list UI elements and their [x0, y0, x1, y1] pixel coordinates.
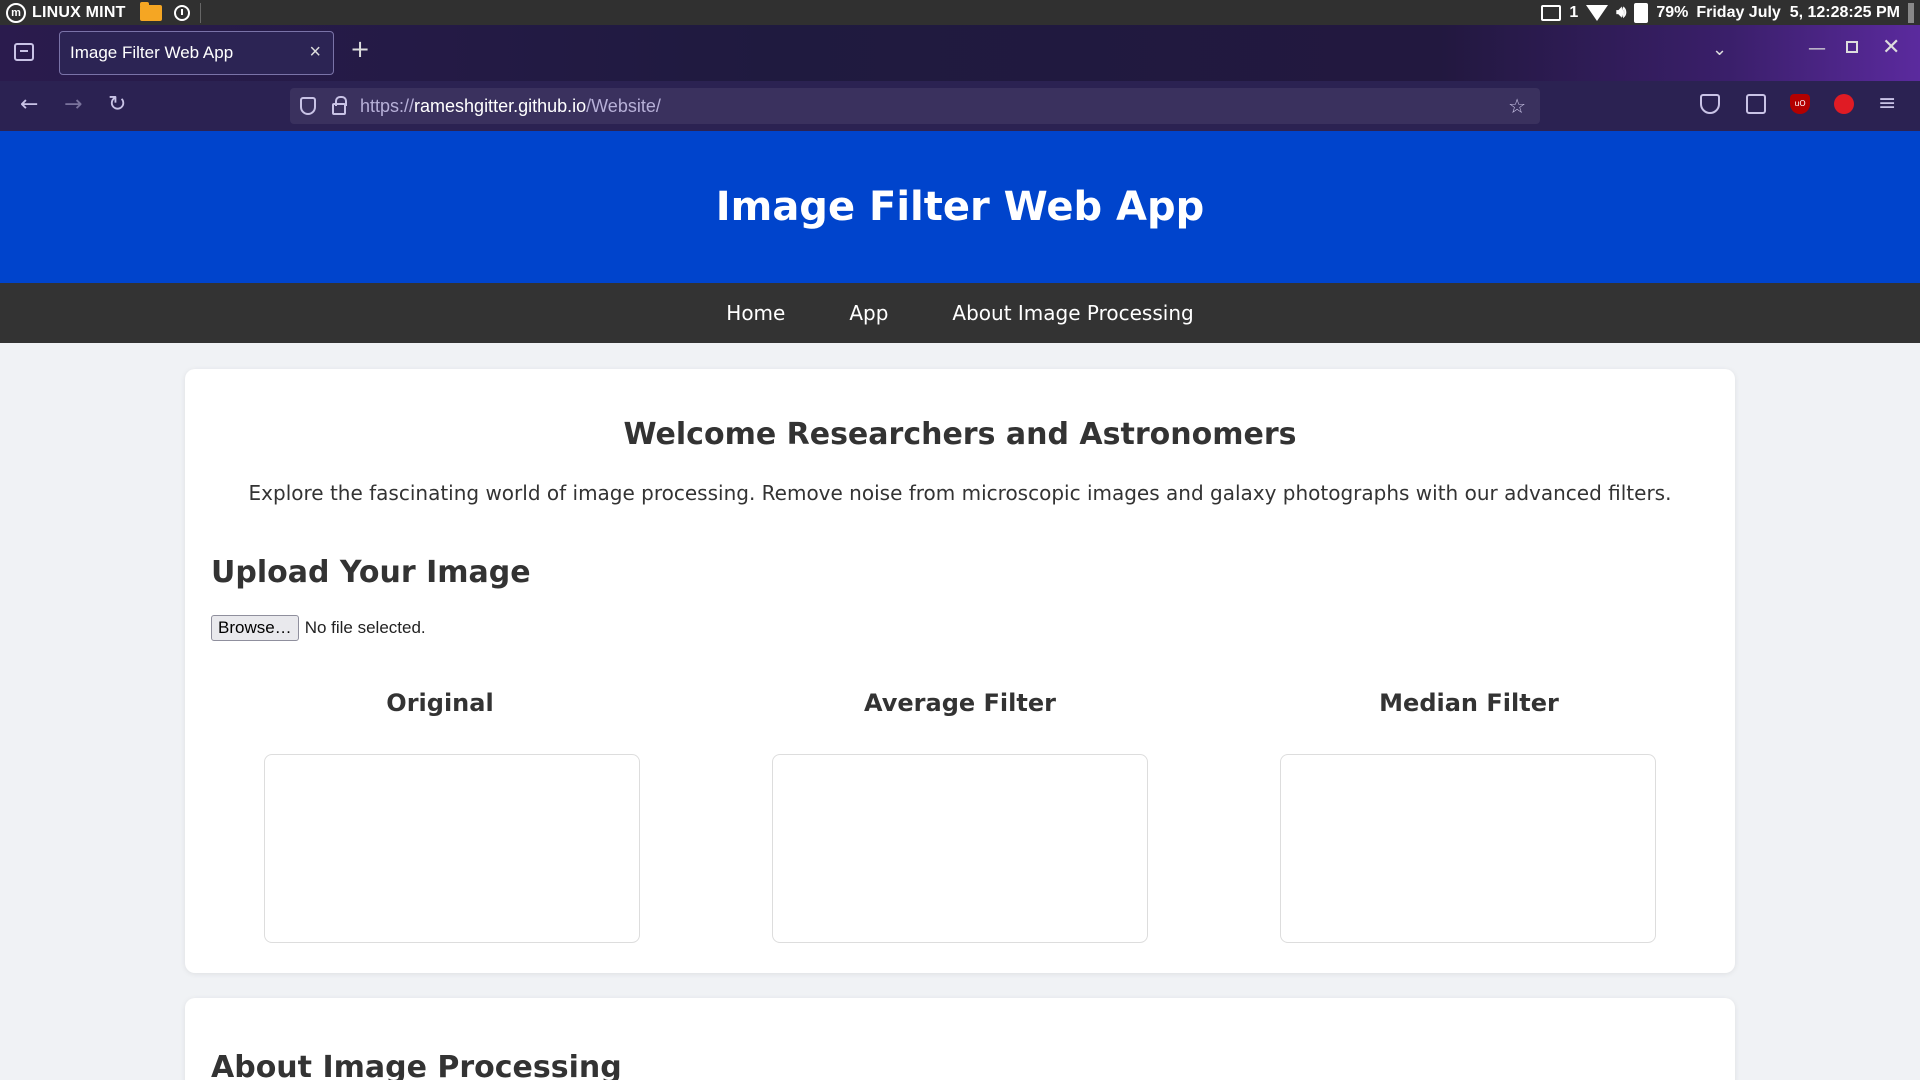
forward-arrow-icon[interactable]: → — [64, 93, 82, 117]
battery-percent: 79% — [1656, 3, 1689, 21]
browser-tab-active[interactable]: Image Filter Web App × — [59, 31, 334, 75]
site-header: Image Filter Web App — [0, 131, 1920, 283]
nav-link-app[interactable]: App — [849, 301, 888, 325]
median-filter-image-box — [1280, 754, 1656, 943]
app-card: Welcome Researchers and Astronomers Expl… — [185, 369, 1735, 973]
median-filter-column-title: Median Filter — [1379, 689, 1559, 717]
privacy-extension-icon[interactable] — [1834, 94, 1854, 114]
os-top-panel: m LINUX MINT 1 🔊︎ 79% Friday July 5, 12:… — [0, 0, 1920, 25]
site-nav: Home App About Image Processing — [0, 283, 1920, 343]
window-minimize-icon[interactable]: — — [1808, 38, 1826, 59]
original-column-title: Original — [386, 689, 494, 717]
file-input: Browse… No file selected. — [211, 615, 426, 641]
datetime-clock[interactable]: Friday July 5, 12:28:25 PM — [1696, 4, 1900, 22]
hamburger-menu-icon[interactable]: ≡ — [1878, 91, 1896, 116]
welcome-heading: Welcome Researchers and Astronomers — [623, 417, 1297, 452]
timeshift-icon[interactable] — [173, 4, 190, 21]
file-status: No file selected. — [304, 618, 426, 637]
wifi-icon[interactable] — [1586, 4, 1609, 21]
window-close-icon[interactable]: ✕ — [1882, 35, 1900, 60]
url-scheme: https:// — [360, 95, 415, 116]
about-heading: About Image Processing — [211, 1050, 622, 1080]
reload-icon[interactable]: ↻ — [108, 93, 126, 117]
panel-separator — [199, 2, 201, 23]
lock-icon[interactable] — [332, 95, 347, 115]
list-all-tabs-chevron-icon[interactable]: ⌄ — [1712, 39, 1727, 60]
ublock-origin-icon[interactable]: uO — [1790, 94, 1810, 114]
address-bar[interactable]: https://rameshgitter.github.io/Website/ … — [290, 88, 1540, 124]
site-title: Image Filter Web App — [715, 184, 1205, 230]
os-brand-label[interactable]: LINUX MINT — [32, 4, 126, 22]
pocket-icon[interactable] — [1700, 94, 1720, 114]
folder-icon[interactable] — [139, 1, 162, 21]
url-host: rameshgitter.github.io — [414, 95, 587, 116]
browse-button[interactable]: Browse… — [211, 615, 299, 641]
show-desktop-button[interactable] — [1908, 2, 1914, 23]
url-path: /Website/ — [586, 95, 661, 116]
printer-count: 1 — [1569, 3, 1579, 21]
tab-close-icon[interactable]: × — [309, 42, 321, 62]
volume-icon[interactable]: 🔊︎ — [1616, 4, 1626, 22]
tab-title: Image Filter Web App — [70, 43, 234, 62]
tracking-protection-shield-icon[interactable] — [300, 97, 316, 115]
nav-link-about[interactable]: About Image Processing — [952, 301, 1193, 325]
new-tab-icon[interactable]: + — [350, 37, 370, 61]
battery-icon[interactable] — [1634, 2, 1649, 23]
about-card: About Image Processing — [185, 998, 1735, 1080]
upload-heading: Upload Your Image — [211, 555, 531, 590]
nav-link-home[interactable]: Home — [726, 301, 785, 325]
browser-nav-bar: ← → ↻ https://rameshgitter.github.io/Web… — [0, 81, 1920, 131]
bookmark-star-icon[interactable]: ☆ — [1508, 94, 1526, 118]
browser-tab-bar: Image Filter Web App × + ⌄ — ✕ — [0, 25, 1920, 81]
firefox-view-icon[interactable] — [14, 43, 34, 61]
average-filter-column-title: Average Filter — [864, 689, 1056, 717]
web-page: Image Filter Web App Home App About Imag… — [0, 131, 1920, 1080]
linux-mint-logo-icon[interactable]: m — [6, 2, 26, 23]
window-restore-icon[interactable] — [1846, 41, 1858, 53]
average-filter-image-box — [772, 754, 1148, 943]
original-image-box — [264, 754, 640, 943]
extensions-puzzle-icon[interactable] — [1746, 94, 1766, 114]
printer-icon[interactable] — [1541, 4, 1562, 21]
back-arrow-icon[interactable]: ← — [20, 93, 38, 117]
intro-text: Explore the fascinating world of image p… — [248, 481, 1672, 505]
url-text[interactable]: https://rameshgitter.github.io/Website/ — [360, 96, 661, 117]
